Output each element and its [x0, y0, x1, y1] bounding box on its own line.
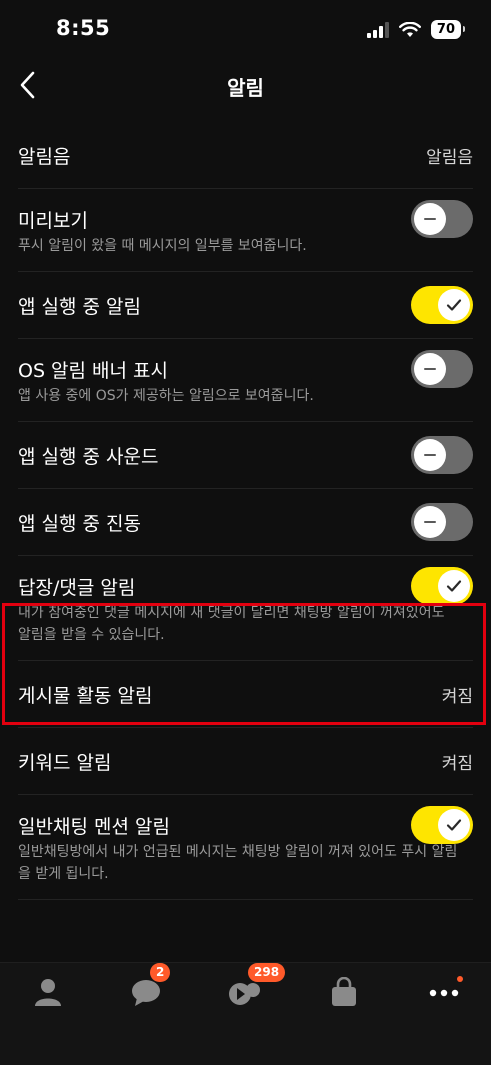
setting-description: 내가 참여중인 댓글 메시지에 새 댓글이 달리면 채팅방 알림이 꺼져있어도 … [18, 605, 445, 643]
settings-list: 알림음 알림음 미리보기 푸시 알림이 왔을 때 메시지의 일부를 보여줍니다.… [0, 122, 491, 900]
setting-value: 켜짐 [441, 753, 473, 774]
tab-chats[interactable]: 2 [116, 963, 176, 1027]
setting-label: OS 알림 배너 표시 [18, 359, 169, 382]
status-bar: 8:55 70 [0, 0, 491, 60]
setting-label: 앱 실행 중 알림 [18, 295, 141, 318]
setting-row-mention: 일반채팅 멘션 알림 일반채팅방에서 내가 언급된 메시지는 채팅방 알림이 꺼… [18, 795, 473, 900]
tab-shopping[interactable] [314, 977, 374, 1027]
wifi-icon [398, 21, 421, 37]
toggle-knob [414, 506, 446, 538]
setting-description: 앱 사용 중에 OS가 제공하는 알림으로 보여줍니다. [18, 388, 314, 404]
shopping-bag-icon [332, 977, 356, 1006]
minus-icon [424, 521, 436, 523]
toggle-knob [414, 439, 446, 471]
cellular-signal-icon [366, 21, 389, 38]
setting-row-in-app-vibration: 앱 실행 중 진동 [18, 489, 473, 556]
setting-value: 알림음 [426, 147, 473, 168]
checkmark-icon [446, 580, 462, 592]
tab-more[interactable] [414, 976, 474, 1027]
setting-label: 앱 실행 중 사운드 [18, 445, 159, 468]
openchat-badge: 298 [248, 963, 286, 982]
setting-label: 일반채팅 멘션 알림 [18, 815, 170, 838]
person-icon [35, 979, 61, 1006]
notification-dot [457, 976, 463, 982]
setting-row-in-app-sound: 앱 실행 중 사운드 [18, 422, 473, 489]
in-app-vibration-toggle[interactable] [411, 503, 473, 541]
minus-icon [424, 368, 436, 370]
setting-row-reply: 답장/댓글 알림 내가 참여중인 댓글 메시지에 새 댓글이 달리면 채팅방 알… [18, 556, 473, 661]
toggle-knob [414, 203, 446, 235]
status-icons: 70 [366, 20, 466, 39]
toggle-knob [438, 570, 470, 602]
reply-notification-toggle[interactable] [411, 567, 473, 605]
setting-row-keyword[interactable]: 키워드 알림 켜짐 [18, 728, 473, 795]
minus-icon [424, 454, 436, 456]
setting-value: 켜짐 [441, 686, 473, 707]
checkmark-icon [446, 299, 462, 311]
toggle-knob [438, 809, 470, 841]
tab-bar: 2 298 [0, 962, 491, 1065]
setting-label: 알림음 [18, 145, 71, 168]
setting-row-preview: 미리보기 푸시 알림이 왔을 때 메시지의 일부를 보여줍니다. [18, 189, 473, 272]
setting-label: 게시물 활동 알림 [18, 684, 153, 707]
checkmark-icon [446, 819, 462, 831]
setting-row-post-activity[interactable]: 게시물 활동 알림 켜짐 [18, 661, 473, 728]
chats-badge: 2 [150, 963, 171, 982]
setting-row-in-app: 앱 실행 중 알림 [18, 272, 473, 339]
more-dots-icon [429, 989, 459, 997]
preview-toggle[interactable] [411, 200, 473, 238]
in-app-notification-toggle[interactable] [411, 286, 473, 324]
mention-notification-toggle[interactable] [411, 806, 473, 844]
setting-label: 답장/댓글 알림 [18, 576, 136, 599]
tab-openchat[interactable]: 298 [214, 963, 286, 1027]
page-title: 알림 [227, 76, 264, 100]
setting-row-sound[interactable]: 알림음 알림음 [18, 122, 473, 189]
setting-label: 앱 실행 중 진동 [18, 512, 141, 535]
os-banner-toggle[interactable] [411, 350, 473, 388]
status-time: 8:55 [56, 16, 111, 40]
tab-friends[interactable] [18, 977, 78, 1027]
setting-description: 일반채팅방에서 내가 언급된 메시지는 채팅방 알림이 꺼져 있어도 푸시 알림… [18, 844, 458, 882]
setting-description: 푸시 알림이 왔을 때 메시지의 일부를 보여줍니다. [18, 238, 307, 254]
setting-row-os-banner: OS 알림 배너 표시 앱 사용 중에 OS가 제공하는 알림으로 보여줍니다. [18, 339, 473, 422]
in-app-sound-toggle[interactable] [411, 436, 473, 474]
toggle-knob [438, 289, 470, 321]
setting-label: 미리보기 [18, 209, 88, 232]
nav-bar: 알림 [0, 60, 491, 110]
minus-icon [424, 218, 436, 220]
toggle-knob [414, 353, 446, 385]
setting-label: 키워드 알림 [18, 751, 112, 774]
battery-indicator: 70 [430, 20, 466, 39]
